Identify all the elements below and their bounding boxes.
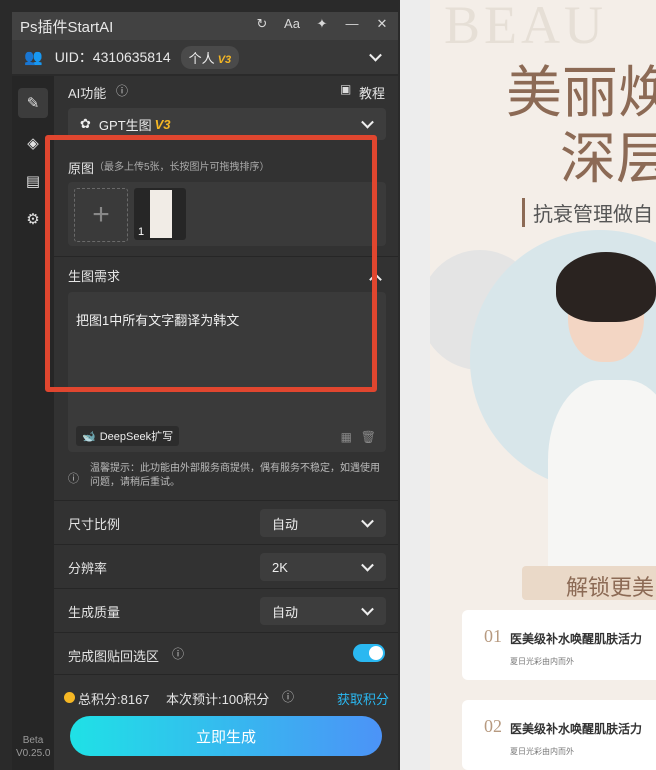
preview-body <box>548 380 656 580</box>
chevron-down-icon <box>361 514 374 528</box>
warning-icon: ⓘ <box>68 473 79 485</box>
paste-back-label: 完成图贴回选区 <box>68 649 160 664</box>
edit-icon[interactable]: ✎ <box>18 88 48 118</box>
preview-item-1-num: 01 <box>484 626 502 646</box>
ai-function-value: GPT生图 <box>98 117 152 133</box>
account-bar[interactable]: 👥 UID：4310635814 个人 V3 <box>12 40 398 74</box>
preview-subtitle: 抗衰管理做自 <box>522 198 653 227</box>
gear-icon[interactable]: ⚙ <box>18 204 48 234</box>
preview-item-1-sub: 夏日光彩由内而外 <box>510 657 574 666</box>
users-icon: 👥 <box>24 49 43 66</box>
notice-text: 温馨提示：此功能由外部服务商提供，偶有服务不稳定，如遇使用问题，请稍后重试。 <box>90 463 380 488</box>
preview-item-1-title: 医美级补水唤醒肌肤活力 <box>510 632 643 646</box>
notes-icon[interactable]: ▤ <box>18 166 48 196</box>
pin-icon[interactable]: ✦ <box>314 16 330 32</box>
resolution-label: 分辨率 <box>68 561 108 576</box>
generate-button[interactable]: 立即生成 <box>70 716 382 756</box>
resolution-select[interactable]: 2K <box>260 553 386 581</box>
plan-badge: 个人 V3 <box>180 45 240 69</box>
uid-text: UID：4310635814 <box>54 49 171 65</box>
paste-back-row: 完成图贴回选区 ⓘ <box>54 632 398 677</box>
v3-badge: V3 <box>154 116 171 132</box>
minimize-icon[interactable]: — <box>344 16 360 32</box>
ai-function-label: AI功能 <box>68 86 107 101</box>
tutorial-link[interactable]: 教程 <box>359 83 385 102</box>
preview-title-2: 深层 <box>560 129 656 191</box>
preview-hair <box>556 252 656 322</box>
window-title: Ps插件StartAI <box>20 18 114 36</box>
paste-back-toggle[interactable] <box>353 644 385 662</box>
preview-item-2-title: 医美级补水唤醒肌肤活力 <box>510 722 643 736</box>
aspect-row: 尺寸比例 自动 <box>54 500 398 545</box>
preview-item-2-num: 02 <box>484 716 502 736</box>
preview-item-2-sub: 夏日光彩由内而外 <box>510 747 574 756</box>
get-points-link[interactable]: 获取积分 <box>337 689 389 708</box>
history-icon[interactable]: ▦ <box>341 430 352 444</box>
info-icon: ⓘ <box>282 690 295 704</box>
quality-label: 生成质量 <box>68 605 121 620</box>
trash-icon[interactable]: 🗑 <box>361 430 376 444</box>
book-icon[interactable]: ▣ <box>340 82 351 96</box>
estimated-points: 本次预计:100积分 <box>166 692 270 707</box>
deepseek-icon: 🐋 <box>82 430 96 443</box>
aspect-label: 尺寸比例 <box>68 517 121 532</box>
deepseek-expand-button[interactable]: 🐋 DeepSeek扩写 <box>76 426 180 446</box>
total-points: 总积分:8167 <box>78 692 150 707</box>
chevron-down-icon <box>361 602 374 616</box>
quality-select[interactable]: 自动 <box>260 597 386 625</box>
close-icon[interactable]: ✕ <box>374 16 390 32</box>
font-size-icon[interactable]: Aa <box>284 16 300 32</box>
plugin-panel: Ps插件StartAI ↻ Aa ✦ — ✕ 👥 UID：4310635814 … <box>0 0 400 770</box>
coin-icon <box>64 692 75 703</box>
chevron-down-icon[interactable] <box>369 48 382 62</box>
highlight-annotation <box>45 135 377 392</box>
version-label: Beta V0.25.0 <box>16 735 51 759</box>
preview-banner-text: 解锁更美 <box>566 575 655 600</box>
aspect-select[interactable]: 自动 <box>260 509 386 537</box>
info-icon: ⓘ <box>116 84 129 98</box>
canvas-preview: BEAU 美丽焕 深层 抗衰管理做自 解锁更美 01 医美级补水唤醒肌肤活力 夏… <box>430 0 656 770</box>
refresh-icon[interactable]: ↻ <box>254 16 270 32</box>
quality-row: 生成质量 自动 <box>54 588 398 633</box>
chevron-down-icon <box>361 558 374 572</box>
chevron-down-icon <box>361 115 374 129</box>
title-bar: Ps插件StartAI ↻ Aa ✦ — ✕ <box>12 12 398 40</box>
info-icon: ⓘ <box>172 647 185 661</box>
resolution-row: 分辨率 2K <box>54 544 398 589</box>
openai-icon: ✿ <box>80 116 91 131</box>
layers-icon[interactable]: ◈ <box>18 128 48 158</box>
